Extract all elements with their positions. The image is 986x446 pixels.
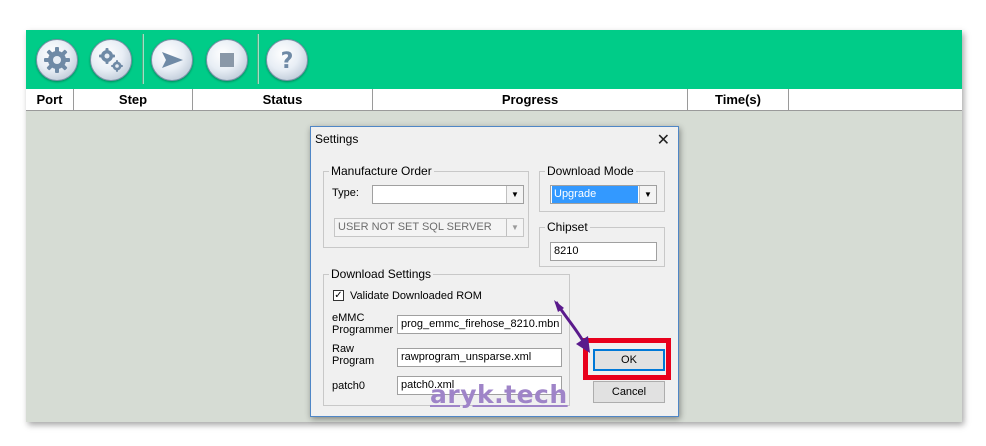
annotation-arrow-icon <box>554 300 590 353</box>
column-port[interactable]: Port <box>26 89 74 110</box>
emmc-label-line2: Programmer <box>332 324 394 336</box>
column-header: Port Step Status Progress Time(s) <box>26 89 962 111</box>
raw-label-line2: Program <box>332 355 375 367</box>
type-label: Type: <box>332 187 359 199</box>
ok-button[interactable]: OK <box>593 349 665 371</box>
emmc-programmer-label: eMMC Programmer <box>332 312 393 336</box>
patch0-label: patch0 <box>332 380 366 392</box>
start-download-button[interactable] <box>151 39 193 81</box>
stop-icon <box>220 53 234 67</box>
download-mode-value: Upgrade <box>552 186 638 203</box>
validate-rom-label: Validate Downloaded ROM <box>350 290 482 302</box>
manufacture-order-title: Manufacture Order <box>329 164 434 178</box>
send-icon <box>162 52 183 68</box>
toolbar-separator <box>257 34 259 84</box>
chipset-field[interactable]: 8210 <box>550 242 657 261</box>
chipset-group: Chipset 8210 <box>539 220 665 267</box>
gears-icon <box>99 48 123 72</box>
chevron-down-icon[interactable]: ▼ <box>639 186 656 203</box>
download-settings-title: Download Settings <box>329 267 434 281</box>
dialog-title: Settings <box>315 132 359 146</box>
watermark: aryk.tech <box>430 380 568 409</box>
chipset-title: Chipset <box>545 220 590 234</box>
raw-program-label: Raw Program <box>332 343 374 367</box>
raw-label-line1: Raw <box>332 343 355 355</box>
help-icon: ? <box>281 49 294 74</box>
column-time[interactable]: Time(s) <box>688 89 789 110</box>
settings-gear-button[interactable] <box>36 39 78 81</box>
column-status[interactable]: Status <box>193 89 373 110</box>
sql-server-value: USER NOT SET SQL SERVER <box>338 221 492 233</box>
raw-program-field[interactable]: rawprogram_unsparse.xml <box>397 348 562 367</box>
validate-rom-checkbox[interactable]: ✓ <box>333 290 344 301</box>
download-mode-group: Download Mode Upgrade ▼ <box>539 164 665 212</box>
close-icon[interactable]: ✕ <box>657 130 670 150</box>
cancel-button[interactable]: Cancel <box>593 381 665 403</box>
help-button[interactable]: ? <box>266 39 308 81</box>
emmc-programmer-field[interactable]: prog_emmc_firehose_8210.mbn <box>397 315 562 334</box>
stop-button[interactable] <box>206 39 248 81</box>
download-mode-select[interactable]: Upgrade ▼ <box>550 185 657 204</box>
gear-icon <box>44 47 70 73</box>
type-select[interactable]: ▼ <box>372 185 524 204</box>
chevron-down-icon[interactable]: ▼ <box>506 186 523 203</box>
svg-text:?: ? <box>281 49 294 74</box>
toolbar: ? <box>26 30 962 90</box>
manufacture-order-group: Manufacture Order Type: ▼ USER NOT SET S… <box>323 164 529 248</box>
column-progress[interactable]: Progress <box>373 89 688 110</box>
toolbar-separator <box>142 34 144 84</box>
column-step[interactable]: Step <box>74 89 193 110</box>
advanced-settings-button[interactable] <box>90 39 132 81</box>
download-mode-title: Download Mode <box>545 164 636 178</box>
emmc-label-line1: eMMC <box>332 312 365 324</box>
chevron-down-icon: ▼ <box>506 219 523 236</box>
settings-dialog: Settings ✕ Manufacture Order Type: ▼ USE… <box>310 126 679 417</box>
sql-server-select: USER NOT SET SQL SERVER ▼ <box>334 218 524 237</box>
